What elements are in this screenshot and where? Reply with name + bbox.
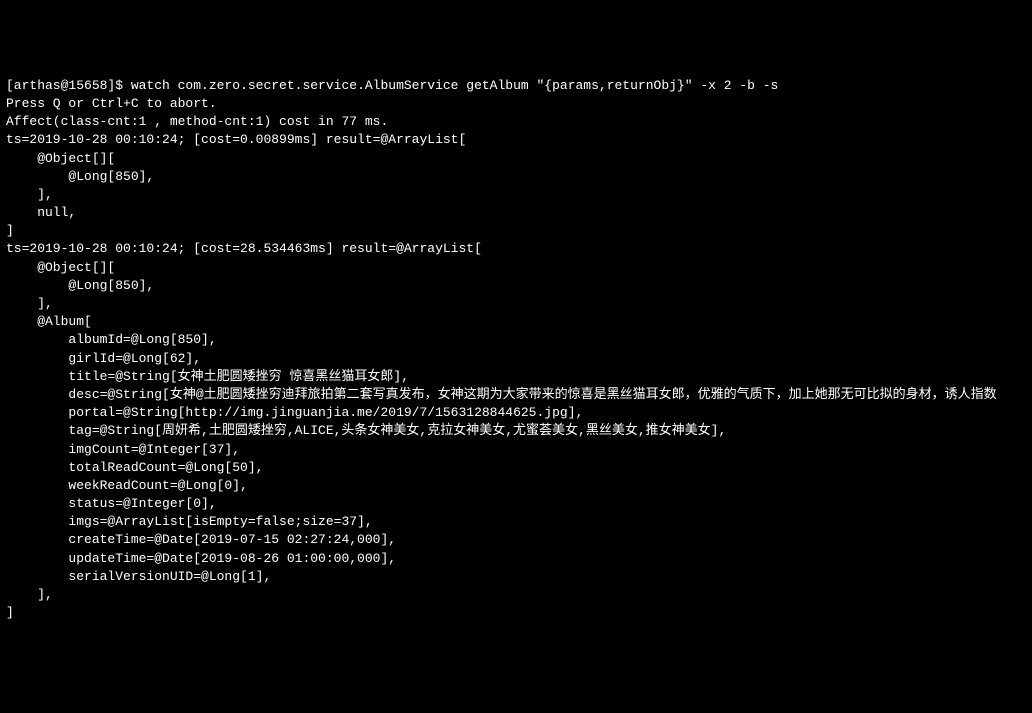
output-line: portal=@String[http://img.jinguanjia.me/… [6,405,583,420]
output-line: @Long[850], [6,278,154,293]
output-line: status=@Integer[0], [6,496,217,511]
output-line: albumId=@Long[850], [6,332,217,347]
output-line: Press Q or Ctrl+C to abort. [6,96,217,111]
output-line: girlId=@Long[62], [6,351,201,366]
output-line: createTime=@Date[2019-07-15 02:27:24,000… [6,532,396,547]
prompt-prefix: [arthas@15658]$ [6,78,131,93]
output-line: null, [6,205,76,220]
output-line: weekReadCount=@Long[0], [6,478,248,493]
output-line: ] [6,223,14,238]
output-line: @Object[][ [6,151,115,166]
output-line: ], [6,187,53,202]
output-line: serialVersionUID=@Long[1], [6,569,271,584]
terminal-output[interactable]: [arthas@15658]$ watch com.zero.secret.se… [6,77,1026,623]
command-text: watch com.zero.secret.service.AlbumServi… [131,78,779,93]
output-line: @Long[850], [6,169,154,184]
output-line: ] [6,605,14,620]
output-line: ], [6,296,53,311]
output-line: ts=2019-10-28 00:10:24; [cost=28.534463m… [6,241,482,256]
output-line: @Album[ [6,314,92,329]
output-line: ], [6,587,53,602]
output-line: ts=2019-10-28 00:10:24; [cost=0.00899ms]… [6,132,466,147]
output-line: title=@String[女神土肥圆矮挫穷 惊喜黑丝猫耳女郎], [6,369,409,384]
output-line: Affect(class-cnt:1 , method-cnt:1) cost … [6,114,388,129]
output-line: tag=@String[周妍希,土肥圆矮挫穷,ALICE,头条女神美女,克拉女神… [6,423,726,438]
output-line: desc=@String[女神@土肥圆矮挫穷迪拜旅拍第二套写真发布，女神这期为大… [6,387,997,402]
output-line: totalReadCount=@Long[50], [6,460,263,475]
command-prompt-line: [arthas@15658]$ watch com.zero.secret.se… [6,78,778,93]
output-line: imgs=@ArrayList[isEmpty=false;size=37], [6,514,373,529]
output-line: imgCount=@Integer[37], [6,442,240,457]
output-line: updateTime=@Date[2019-08-26 01:00:00,000… [6,551,396,566]
output-line: @Object[][ [6,260,115,275]
